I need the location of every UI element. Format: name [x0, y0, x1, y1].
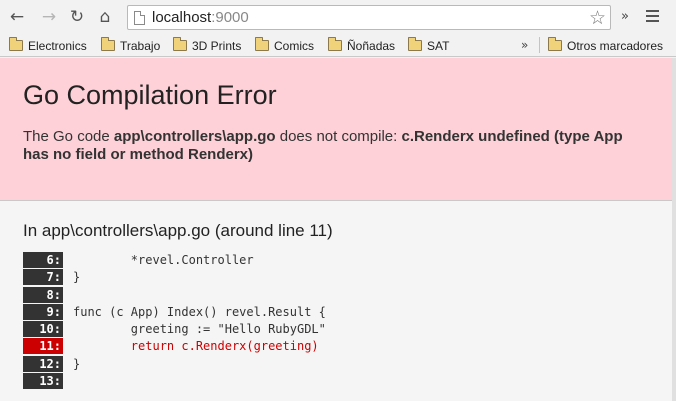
code-line: 10: greeting := "Hello RubyGDL" [23, 321, 643, 338]
code-line: 7:} [23, 269, 643, 286]
source-section: In app\controllers\app.go (around line 1… [0, 201, 672, 401]
folder-icon [173, 37, 187, 51]
browser-toolbar: ← → ↻ ⌂ localhost:9000 ☆ » [0, 0, 676, 34]
bookmark-folder-sat[interactable]: SAT [408, 37, 449, 54]
bookmarks-bar: Electronics Trabajo 3D Prints Comics Ñoñ… [0, 34, 676, 57]
folder-icon [9, 37, 23, 51]
scrollbar[interactable] [672, 58, 676, 401]
code-line-error: 11: return c.Renderx(greeting) [23, 338, 643, 355]
bookmark-star-icon[interactable]: ☆ [589, 7, 606, 29]
bookmark-folder-trabajo[interactable]: Trabajo [101, 37, 160, 54]
page-icon [134, 11, 145, 25]
line-number: 10: [23, 321, 63, 338]
back-arrow-icon[interactable]: ← [6, 6, 28, 28]
error-file: app\controllers\app.go [113, 128, 276, 145]
bookmark-folder-comics[interactable]: Comics [255, 37, 314, 54]
home-icon[interactable]: ⌂ [94, 6, 116, 28]
code-block: 6: *revel.Controller 7:} 8: 9: func (c App) … [23, 252, 643, 390]
code-text: greeting := "Hello RubyGDL" [73, 322, 326, 337]
line-number: 11: [23, 338, 63, 355]
bookmarks-overflow-button[interactable]: » [521, 38, 528, 52]
folder-icon [255, 37, 269, 51]
extensions-overflow-button[interactable]: » [621, 9, 629, 24]
folder-icon [548, 37, 562, 51]
line-number: 13: [23, 373, 63, 390]
reload-icon[interactable]: ↻ [66, 6, 88, 28]
code-text: return c.Renderx(greeting) [73, 339, 319, 354]
bookmark-folder-nonadas[interactable]: Ñoñadas [328, 37, 395, 54]
code-line: 13: [23, 373, 643, 390]
url-text[interactable]: localhost:9000 [152, 9, 249, 26]
code-line: 8: [23, 286, 643, 304]
folder-icon [408, 37, 422, 51]
line-number: 7: [23, 269, 63, 286]
folder-icon [101, 37, 115, 51]
forward-arrow-icon[interactable]: → [38, 6, 60, 28]
code-text: } [73, 270, 81, 285]
error-description: The Go code app\controllers\app.go does … [23, 128, 623, 163]
bookmarks-divider [539, 37, 540, 53]
bookmark-folder-electronics[interactable]: Electronics [9, 37, 87, 54]
line-number: 12: [23, 355, 63, 372]
code-text: func (c App) Index() revel.Result { [73, 304, 326, 319]
bookmark-folder-3d-prints[interactable]: 3D Prints [173, 37, 241, 54]
line-number: 6: [23, 252, 63, 268]
line-number: 8: [23, 286, 63, 303]
error-title: Go Compilation Error [23, 80, 277, 110]
source-heading: In app\controllers\app.go (around line 1… [23, 221, 333, 240]
code-line: 9: func (c App) Index() revel.Result { [23, 303, 643, 321]
code-line: 12:} [23, 355, 643, 373]
address-bar[interactable]: localhost:9000 ☆ [127, 5, 611, 30]
code-line: 6: *revel.Controller [23, 252, 643, 269]
folder-icon [328, 37, 342, 51]
code-text: } [73, 356, 81, 371]
error-banner: Go Compilation Error The Go code app\con… [0, 58, 672, 201]
line-number: 9: [23, 303, 63, 320]
menu-icon[interactable] [646, 10, 659, 22]
code-text: *revel.Controller [73, 253, 254, 267]
bookmark-folder-other[interactable]: Otros marcadores [548, 37, 663, 54]
